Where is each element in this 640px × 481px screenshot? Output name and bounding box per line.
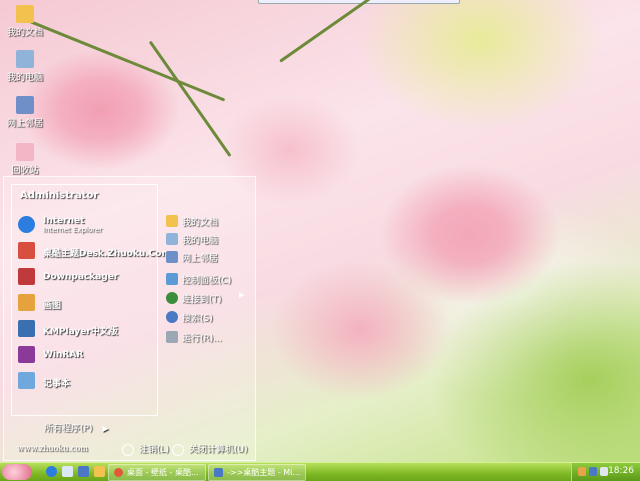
connect-icon <box>166 292 178 304</box>
places-item-connect-to[interactable]: 连接到(T) ▶ <box>166 290 252 308</box>
places-item-control-panel[interactable]: 控制面板(C) <box>166 271 252 289</box>
volume-icon[interactable] <box>600 467 608 476</box>
places-item-label: 控制面板(C) <box>182 276 232 286</box>
menu-item-title: Downpackager <box>43 272 119 282</box>
control-panel-icon <box>166 273 178 285</box>
pinned-programs-panel: Administrator Internet Internet Explorer… <box>11 184 171 416</box>
places-item-label: 网上邻居 <box>182 254 219 264</box>
ie-icon <box>18 216 35 233</box>
recycle-bin-icon <box>16 143 34 161</box>
quicklaunch-folder-icon[interactable] <box>94 466 105 477</box>
clock[interactable]: 18:26 <box>608 466 634 476</box>
user-name: Administrator <box>20 190 99 201</box>
desktop-icon-label: 我的电脑 <box>6 73 43 83</box>
logoff-button[interactable]: 注销(L) <box>122 442 169 456</box>
start-menu: Administrator Internet Internet Explorer… <box>3 176 256 461</box>
places-item-label: 运行(R)... <box>182 334 222 344</box>
desktop-icon-network[interactable]: 网上邻居 <box>2 96 48 129</box>
menu-item-kmplayer[interactable]: KMPlayer中文版 <box>18 319 156 341</box>
taskbar-button-browser[interactable]: 桌面 - 壁纸 - 桌酷... <box>108 464 206 481</box>
quicklaunch-ie-icon[interactable] <box>46 466 57 477</box>
browser-icon <box>114 468 123 477</box>
branch-decoration <box>29 20 226 102</box>
user-status-icon[interactable] <box>578 467 586 476</box>
arrow-right-icon: ▶ <box>102 424 109 433</box>
power-icon <box>172 443 184 456</box>
system-tray: 18:26 <box>571 463 640 481</box>
menu-item-winrar[interactable]: WinRAR <box>18 345 156 367</box>
computer-icon <box>166 233 178 245</box>
network-icon <box>16 96 34 114</box>
zhuoku-icon <box>18 242 35 259</box>
places-item-search[interactable]: 搜索(S) <box>166 309 252 327</box>
branch-decoration <box>279 0 380 63</box>
menu-item-title: 桌酷主题Desk.Zhuoku.Com <box>43 249 171 259</box>
shutdown-button[interactable]: 关闭计算机(U) <box>172 442 248 456</box>
logoff-label: 注销(L) <box>139 445 170 455</box>
all-programs-label: 所有程序(P) <box>44 424 93 434</box>
menu-item-paint[interactable]: 画图 <box>18 293 156 315</box>
places-item-label: 搜索(S) <box>182 314 213 324</box>
menu-item-subtitle: Internet Explorer <box>43 226 103 234</box>
computer-icon <box>16 50 34 68</box>
taskbar-button-label: 桌面 - 壁纸 - 桌酷... <box>127 468 199 477</box>
menu-item-title: 画图 <box>43 301 62 311</box>
places-item-label: 我的文档 <box>182 218 219 228</box>
quicklaunch-media-icon[interactable] <box>78 466 89 477</box>
run-icon <box>166 331 178 343</box>
kmplayer-icon <box>18 320 35 337</box>
search-icon <box>166 311 178 323</box>
places-item-network[interactable]: 网上邻居 <box>166 249 252 267</box>
menu-item-downpackager[interactable]: Downpackager <box>18 267 156 289</box>
shutdown-label: 关闭计算机(U) <box>189 445 248 455</box>
menu-item-notepad[interactable]: 记事本 <box>18 371 156 393</box>
notepad-icon <box>18 372 35 389</box>
places-item-label: 连接到(T) <box>182 295 222 305</box>
website-url: www.zhuoku.com <box>17 444 88 453</box>
package-icon <box>18 268 35 285</box>
menu-item-zhuoku[interactable]: 桌酷主题Desk.Zhuoku.Com <box>18 241 171 263</box>
desktop-icon-label: 网上邻居 <box>6 119 43 129</box>
folder-icon <box>16 5 34 23</box>
quicklaunch-desktop-icon[interactable] <box>62 466 73 477</box>
start-button[interactable] <box>2 464 32 480</box>
desktop-icon-my-documents[interactable]: 我的文档 <box>2 5 48 38</box>
taskbar-button-label: ->>桌酷主题 - Mi... <box>227 468 301 477</box>
taskbar: 桌面 - 壁纸 - 桌酷... ->>桌酷主题 - Mi... 18:26 <box>0 462 640 481</box>
menu-item-title: 记事本 <box>43 379 71 389</box>
menu-item-title: KMPlayer中文版 <box>43 327 118 337</box>
all-programs-button[interactable]: 所有程序(P) ▶ <box>44 421 109 434</box>
network-status-icon[interactable] <box>589 467 597 476</box>
menu-item-internet[interactable]: Internet Internet Explorer <box>18 215 156 237</box>
places-item-label: 我的电脑 <box>182 236 219 246</box>
taskbar-button-theme-window[interactable]: ->>桌酷主题 - Mi... <box>208 464 306 481</box>
network-icon <box>166 251 178 263</box>
places-item-my-computer[interactable]: 我的电脑 <box>166 231 252 249</box>
logoff-icon <box>122 443 134 456</box>
desktop-icon-recycle-bin[interactable]: 回收站 <box>2 143 48 176</box>
menu-item-title: WinRAR <box>43 350 84 360</box>
places-item-run[interactable]: 运行(R)... <box>166 329 252 347</box>
places-item-my-documents[interactable]: 我的文档 <box>166 213 252 231</box>
folder-icon <box>166 215 178 227</box>
menu-item-title: Internet <box>43 216 85 226</box>
winrar-icon <box>18 346 35 363</box>
desktop-icon-label: 回收站 <box>11 166 39 176</box>
arrow-right-icon: ▶ <box>239 291 245 299</box>
window-icon <box>214 468 223 477</box>
desktop-icon-my-computer[interactable]: 我的电脑 <box>2 50 48 83</box>
paint-icon <box>18 294 35 311</box>
desktop-icon-label: 我的文档 <box>6 28 43 38</box>
